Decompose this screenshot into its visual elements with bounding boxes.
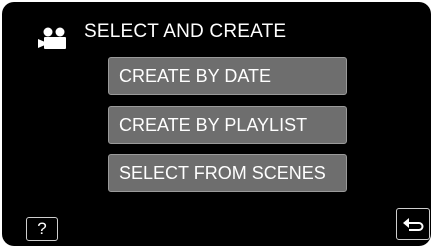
select-from-scenes-button[interactable]: SELECT FROM SCENES	[108, 154, 347, 192]
page-title: SELECT AND CREATE	[84, 21, 287, 42]
help-button[interactable]: ?	[26, 217, 58, 241]
camera-menu-screen: SELECT AND CREATE CREATE BY DATE CREATE …	[2, 2, 431, 246]
create-by-playlist-button[interactable]: CREATE BY PLAYLIST	[108, 106, 347, 144]
return-arrow-icon	[403, 218, 424, 231]
back-button[interactable]	[396, 208, 430, 240]
video-camera-icon	[38, 26, 72, 50]
create-by-date-button[interactable]: CREATE BY DATE	[108, 57, 347, 95]
